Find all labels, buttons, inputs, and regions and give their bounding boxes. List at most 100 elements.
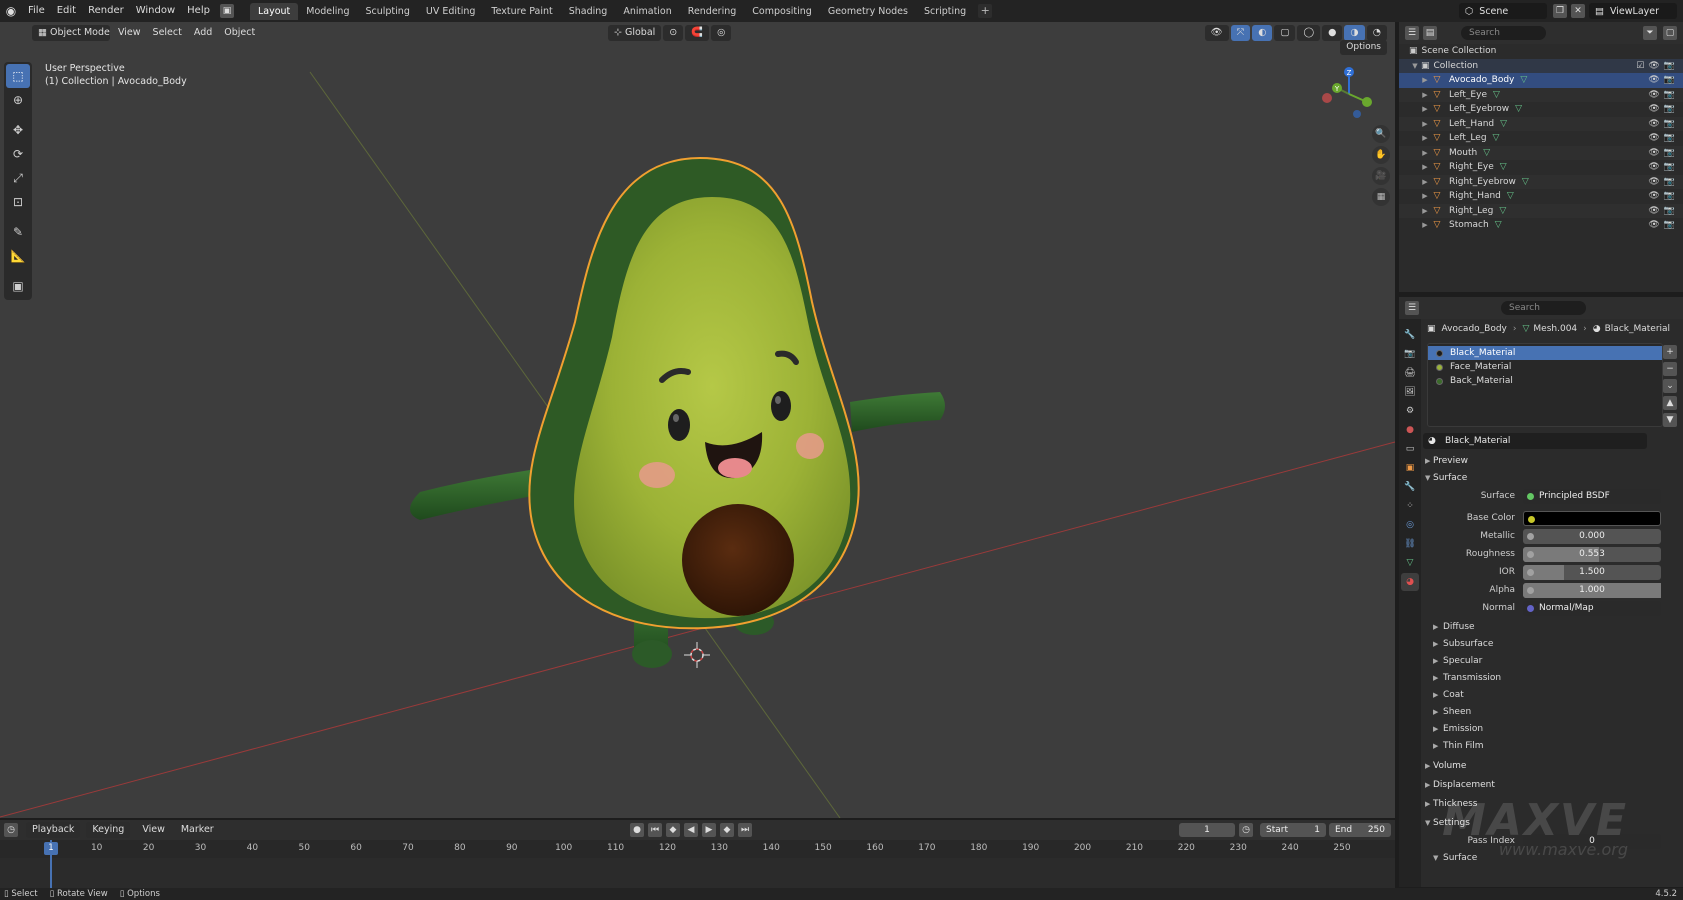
snap-icon[interactable]: 🧲: [685, 25, 710, 41]
expand-arrow-icon[interactable]: ▶: [1419, 102, 1431, 117]
material-tab-icon[interactable]: ◕: [1401, 573, 1419, 591]
move-slot-up-icon[interactable]: ▲: [1663, 396, 1677, 410]
material-shading-icon[interactable]: ◑: [1344, 25, 1365, 41]
timeline-menu-marker[interactable]: Marker: [175, 822, 220, 838]
modifier-tab-icon[interactable]: 🔧: [1401, 478, 1419, 496]
visibility-icons[interactable]: 👁📷: [1648, 102, 1679, 117]
sub-panel-sheen[interactable]: ▶ Sheen: [1423, 704, 1683, 721]
collection-visibility-icons[interactable]: ☑👁📷: [1636, 59, 1679, 74]
scene-collection-row[interactable]: ▣ Scene Collection: [1399, 44, 1683, 59]
tab-compositing[interactable]: Compositing: [744, 3, 820, 20]
collection-row[interactable]: ▼ ▣ Collection ☑👁📷: [1399, 58, 1683, 74]
tab-animation[interactable]: Animation: [615, 3, 679, 20]
sub-panel-transmission[interactable]: ▶ Transmission: [1423, 670, 1683, 687]
mode-selector[interactable]: ▦ Object Mode: [32, 25, 110, 41]
end-frame-field[interactable]: End 250: [1329, 823, 1391, 837]
viewport-options-button[interactable]: Options: [1340, 40, 1387, 55]
overlay-toggle-icon[interactable]: ◐: [1252, 25, 1273, 41]
tab-layout[interactable]: Layout: [249, 2, 299, 20]
material-slot[interactable]: Black_Material: [1428, 346, 1662, 360]
outliner-item[interactable]: ▶ ▽ Right_Eye ▽ 👁📷: [1399, 160, 1683, 175]
output-tab-icon[interactable]: 🖨: [1401, 364, 1419, 382]
material-name-field[interactable]: ◕ Black_Material: [1423, 433, 1647, 449]
sub-panel-thin-film[interactable]: ▶ Thin Film: [1423, 738, 1683, 755]
panel-volume[interactable]: ▶ Volume: [1423, 758, 1683, 775]
timeline-menu-view[interactable]: View: [136, 822, 171, 838]
timeline-menu-keying[interactable]: Keying: [86, 822, 131, 838]
xray-toggle-icon[interactable]: ▢: [1274, 25, 1296, 41]
mesh-data-icon[interactable]: ▽: [1522, 175, 1529, 190]
visibility-icons[interactable]: 👁📷: [1648, 175, 1679, 190]
new-collection-icon[interactable]: ▢: [1663, 26, 1677, 40]
outliner-item[interactable]: ▶ ▽ Left_Hand ▽ 👁📷: [1399, 117, 1683, 132]
tab-rendering[interactable]: Rendering: [680, 3, 745, 20]
socket-icon[interactable]: [1528, 515, 1535, 523]
expand-arrow-icon[interactable]: ▶: [1419, 189, 1431, 204]
expand-arrow-icon[interactable]: ▶: [1419, 160, 1431, 175]
visibility-icons[interactable]: 👁📷: [1648, 189, 1679, 204]
select-box-tool-icon[interactable]: ⬚: [6, 64, 30, 88]
add-workspace-button[interactable]: +: [978, 4, 993, 18]
surface-shader-field[interactable]: Principled BSDF: [1523, 488, 1661, 504]
viewport-menu-select[interactable]: Select: [147, 25, 188, 41]
play-icon[interactable]: ▶: [702, 823, 716, 837]
menu-file[interactable]: File: [22, 0, 51, 22]
proportional-edit-icon[interactable]: ◎: [711, 25, 732, 41]
render-tab-icon[interactable]: 📷: [1401, 345, 1419, 363]
outliner-item[interactable]: ▶ ▽ Stomach ▽ 👁📷: [1399, 218, 1683, 233]
expand-arrow-icon[interactable]: ▶: [1419, 117, 1431, 132]
expand-arrow-icon[interactable]: ▼: [1409, 59, 1421, 74]
mesh-data-icon[interactable]: ▽: [1493, 131, 1500, 146]
view-layer-tab-icon[interactable]: 🖼: [1401, 383, 1419, 401]
sub-panel-coat[interactable]: ▶ Coat: [1423, 687, 1683, 704]
auto-keying-icon[interactable]: ●: [630, 823, 644, 837]
panel-displacement[interactable]: ▶ Displacement: [1423, 777, 1683, 794]
zoom-view-icon[interactable]: 🔍: [1372, 125, 1390, 143]
viewport-menu-view[interactable]: View: [112, 25, 147, 41]
timeline-ruler[interactable]: 1102030405060708090100110120130140150160…: [0, 840, 1395, 858]
3d-viewport[interactable]: ▦ Object Mode View Select Add Object ⊹ Glob…: [0, 22, 1395, 818]
scale-tool-icon[interactable]: ⤢: [6, 166, 30, 190]
tab-texture-paint[interactable]: Texture Paint: [483, 3, 560, 20]
outliner-search-input[interactable]: Search: [1461, 26, 1546, 40]
sub-panel-subsurface[interactable]: ▶ Subsurface: [1423, 636, 1683, 653]
socket-icon[interactable]: [1527, 550, 1534, 558]
preview-range-icon[interactable]: ◷: [1239, 823, 1253, 837]
pan-view-icon[interactable]: ✋: [1372, 146, 1390, 164]
annotate-tool-icon[interactable]: ✎: [6, 220, 30, 244]
transform-tool-icon[interactable]: ⊡: [6, 190, 30, 214]
visibility-icons[interactable]: 👁📷: [1648, 88, 1679, 103]
normal-field[interactable]: Normal/Map: [1523, 600, 1661, 616]
outliner-item[interactable]: ▶ ▽ Left_Eyebrow ▽ 👁📷: [1399, 102, 1683, 117]
particles-tab-icon[interactable]: ⁘: [1401, 497, 1419, 515]
shader-input-field[interactable]: 1.500: [1523, 564, 1661, 580]
editor-type-icon[interactable]: ▣: [219, 4, 234, 18]
menu-help[interactable]: Help: [181, 0, 216, 22]
visibility-icons[interactable]: 👁📷: [1648, 204, 1679, 219]
tab-uv-editing[interactable]: UV Editing: [418, 3, 484, 20]
preview-panel-header[interactable]: ▶ Preview: [1423, 453, 1683, 470]
constraints-tab-icon[interactable]: ⛓: [1401, 535, 1419, 553]
expand-arrow-icon[interactable]: ▶: [1419, 88, 1431, 103]
sub-panel-specular[interactable]: ▶ Specular: [1423, 653, 1683, 670]
pin-icon[interactable]: ▣: [1427, 324, 1436, 334]
move-slot-down-icon[interactable]: ▼: [1663, 413, 1677, 427]
camera-view-icon[interactable]: 🎥: [1372, 167, 1390, 185]
gizmo-toggle-icon[interactable]: ⤧: [1230, 25, 1251, 41]
surface-panel-header[interactable]: ▼ Surface: [1423, 470, 1683, 487]
jump-to-keyframe-forward-icon[interactable]: ◆: [720, 823, 734, 837]
add-slot-icon[interactable]: +: [1663, 345, 1677, 359]
tool-tab-icon[interactable]: 🔧: [1401, 326, 1419, 344]
visibility-icons[interactable]: 👁📷: [1648, 146, 1679, 161]
remove-slot-icon[interactable]: −: [1663, 362, 1677, 376]
expand-arrow-icon[interactable]: ▶: [1419, 218, 1431, 233]
shader-input-field[interactable]: [1523, 510, 1661, 526]
outliner-item[interactable]: ▶ ▽ Avocado_Body ▽ 👁📷: [1399, 73, 1683, 88]
scene-tab-icon[interactable]: ⚙: [1401, 402, 1419, 420]
expand-arrow-icon[interactable]: ▶: [1419, 146, 1431, 161]
new-scene-icon[interactable]: ❐: [1553, 4, 1567, 18]
properties-search-input[interactable]: Search: [1501, 301, 1586, 315]
outliner-item[interactable]: ▶ ▽ Right_Leg ▽ 👁📷: [1399, 204, 1683, 219]
material-browse-icon[interactable]: ◕: [1428, 433, 1436, 449]
3d-cursor-icon[interactable]: [684, 642, 710, 668]
